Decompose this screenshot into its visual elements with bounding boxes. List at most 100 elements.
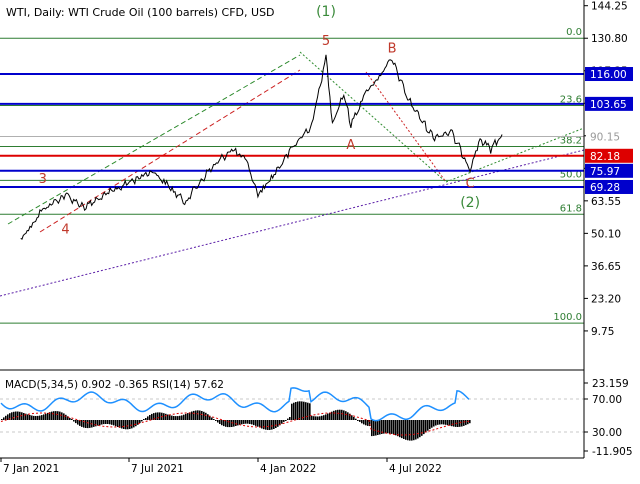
macd-bar <box>53 411 55 420</box>
macd-bar <box>251 420 253 425</box>
fib-label: 100.0 <box>553 312 582 323</box>
macd-bar <box>55 411 57 420</box>
macd-bar <box>261 420 263 429</box>
macd-bar <box>297 401 299 420</box>
time-tick-label: 7 Jul 2021 <box>131 463 184 475</box>
macd-bar <box>31 415 33 420</box>
macd-bar <box>307 402 309 420</box>
macd-bar <box>89 420 91 428</box>
macd-bar <box>35 416 37 420</box>
macd-bar <box>43 414 45 420</box>
macd-bar <box>259 420 261 428</box>
macd-bar <box>193 410 195 420</box>
macd-bar <box>465 420 467 426</box>
price-tick-label: 144.25 <box>591 1 628 13</box>
macd-bar <box>105 420 107 424</box>
macd-bar <box>387 420 389 434</box>
macd-bar <box>107 420 109 424</box>
macd-bar <box>41 415 43 420</box>
macd-bar <box>219 420 221 424</box>
macd-bar <box>295 402 297 420</box>
macd-bar <box>145 418 147 420</box>
macd-bar <box>149 415 151 420</box>
macd-bar <box>93 420 95 427</box>
fib-label: 0.0 <box>566 27 582 38</box>
macd-bar <box>419 420 421 438</box>
macd-bar <box>243 420 245 424</box>
wave-label: (2) <box>460 195 480 211</box>
macd-bar <box>333 410 335 420</box>
macd-bar <box>321 415 323 420</box>
macd-bar <box>23 413 25 420</box>
macd-bar <box>63 413 65 420</box>
macd-bar <box>425 420 427 433</box>
macd-bar <box>181 415 183 420</box>
macd-bar <box>309 403 311 420</box>
macd-bar <box>115 420 117 427</box>
macd-bar <box>123 420 125 429</box>
wave-label: B <box>388 41 397 56</box>
indicator-tick-label: -11.905 <box>592 446 633 458</box>
macd-bar <box>359 420 361 422</box>
macd-bar <box>453 420 455 427</box>
macd-bar <box>239 420 241 425</box>
macd-bar <box>109 420 111 425</box>
macd-bar <box>177 416 179 420</box>
macd-bar <box>375 420 377 436</box>
macd-bar <box>137 420 139 425</box>
macd-bar <box>75 420 77 424</box>
price-tick-label: 130.80 <box>591 33 628 45</box>
macd-bar <box>187 413 189 420</box>
indicator-tick-label: 70.00 <box>592 394 622 406</box>
macd-bar <box>443 420 445 425</box>
macd-bar <box>17 411 19 420</box>
macd-bar <box>269 420 271 430</box>
macd-bar <box>313 416 315 420</box>
macd-bar <box>469 420 471 424</box>
price-tick-label: 50.10 <box>591 228 621 240</box>
macd-bar <box>245 420 247 424</box>
indicator-tick-label: 30.00 <box>592 427 622 439</box>
macd-bar <box>175 416 177 420</box>
chart-title: WTI, Daily: WTI Crude Oil (100 barrels) … <box>6 6 275 19</box>
macd-bar <box>355 418 357 420</box>
macd-bar <box>441 420 443 425</box>
macd-bar <box>27 414 29 420</box>
macd-bar <box>173 416 175 420</box>
macd-bar <box>59 411 61 420</box>
macd-bar <box>139 420 141 424</box>
macd-bar <box>121 420 123 429</box>
macd-bar <box>61 412 63 420</box>
time-tick-label: 4 Jan 2022 <box>260 463 316 475</box>
macd-bar <box>373 420 375 436</box>
macd-bar <box>341 409 343 420</box>
macd-bar <box>385 420 387 434</box>
macd-bar <box>271 420 273 430</box>
price-tick-label: 23.20 <box>591 293 621 305</box>
macd-bar <box>445 420 447 425</box>
macd-bar <box>405 420 407 440</box>
macd-bar <box>437 420 439 425</box>
price-tick-label: 63.55 <box>591 196 621 208</box>
macd-bar <box>439 420 441 425</box>
price-tick-label: 9.75 <box>591 326 614 338</box>
level-price-tags: 116.00 103.65 90.15 82.18 75.97 69.28 <box>585 67 633 194</box>
macd-bar <box>77 420 79 425</box>
macd-bar <box>283 420 285 422</box>
time-axis: 7 Jan 2021 7 Jul 2021 4 Jan 2022 4 Jul 2022 <box>0 458 442 475</box>
indicator-axis: 23.159 70.00 30.00 -11.905 <box>584 378 633 458</box>
macd-bar <box>81 420 83 427</box>
macd-bar <box>461 420 463 427</box>
macd-bar <box>415 420 417 440</box>
macd-bar <box>99 420 101 425</box>
macd-bar <box>397 420 399 437</box>
macd-bar <box>125 420 127 430</box>
macd-bar <box>207 414 209 420</box>
macd-bar <box>47 412 49 420</box>
macd-bar <box>179 415 181 420</box>
macd-bar <box>265 420 267 430</box>
macd-bar <box>217 420 219 423</box>
macd-bar <box>147 416 149 420</box>
macd-bar <box>389 420 391 434</box>
macd-bar <box>317 416 319 420</box>
